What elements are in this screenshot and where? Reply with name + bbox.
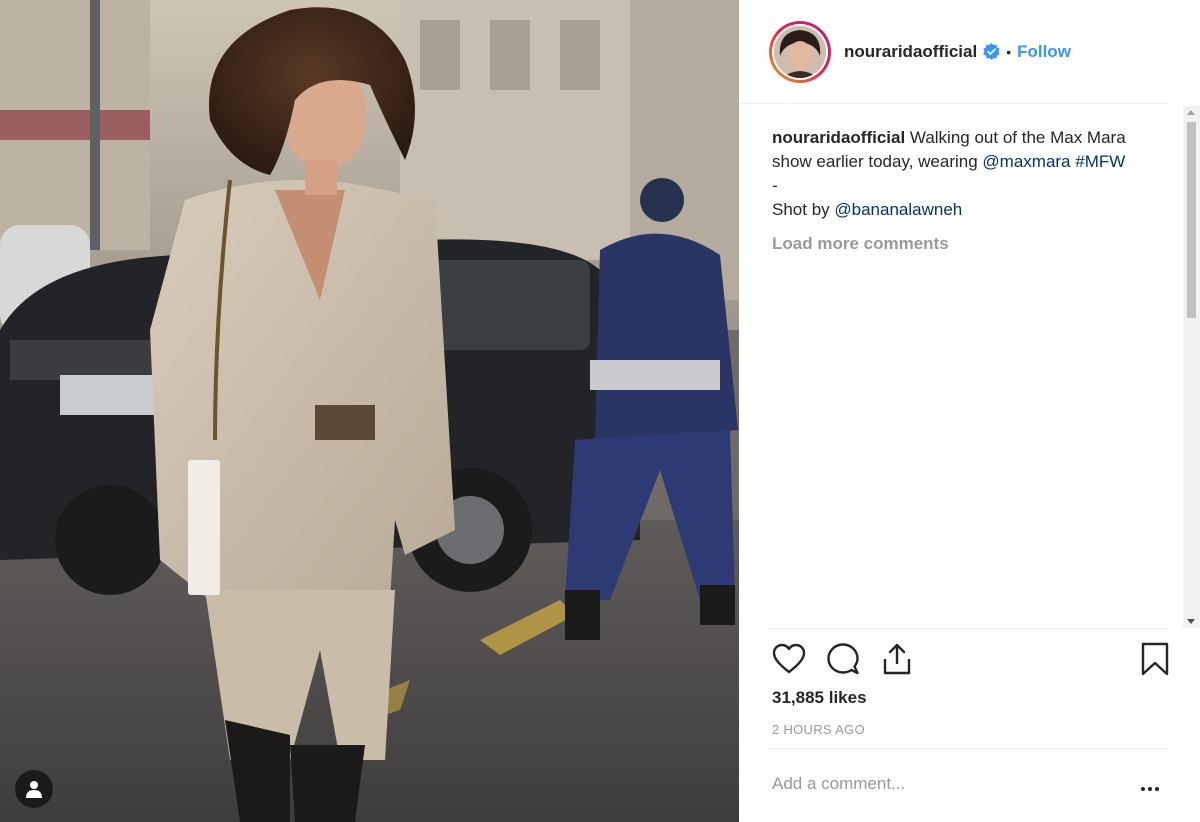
caption-dash: -: [772, 176, 778, 195]
post-actions: [769, 638, 1169, 682]
post-side-panel: nouraridaofficial • Follow nouraridaoffi…: [739, 0, 1200, 822]
comments-section: nouraridaofficial Walking out of the Max…: [772, 126, 1167, 256]
bookmark-icon: [1141, 642, 1169, 676]
divider: [769, 748, 1169, 749]
street-style-photo: [0, 0, 739, 822]
scroll-down-icon[interactable]: [1187, 619, 1195, 624]
post-photo[interactable]: [0, 0, 739, 822]
scrollbar-thumb[interactable]: [1187, 122, 1196, 318]
caption-credit: Shot by @bananalawneh: [772, 198, 1167, 222]
share-button[interactable]: [877, 638, 917, 680]
caption-credit-mention[interactable]: @bananalawneh: [834, 200, 962, 219]
caption-author[interactable]: nouraridaofficial: [772, 128, 905, 147]
comment-input[interactable]: [772, 774, 1102, 794]
likes-count[interactable]: 31,885 likes: [772, 688, 867, 708]
comment-icon: [827, 643, 859, 675]
header-separator: •: [1006, 43, 1012, 60]
post-timestamp: 2 HOURS AGO: [772, 722, 865, 737]
share-icon: [883, 643, 911, 675]
comment-button[interactable]: [823, 638, 863, 680]
comments-scrollbar[interactable]: [1183, 106, 1200, 628]
verified-badge-icon: [983, 43, 1000, 60]
like-button[interactable]: [769, 638, 809, 680]
save-button[interactable]: [1135, 638, 1175, 680]
caption-mention[interactable]: @maxmara: [982, 152, 1070, 171]
caption: nouraridaofficial Walking out of the Max…: [772, 126, 1167, 222]
caption-credit-prefix: Shot by: [772, 200, 835, 219]
caption-hashtag[interactable]: #MFW: [1075, 152, 1125, 171]
avatar-image: [774, 25, 826, 78]
divider: [769, 628, 1169, 629]
avatar[interactable]: [769, 20, 831, 83]
follow-button[interactable]: Follow: [1017, 42, 1071, 62]
heart-icon: [772, 643, 806, 674]
more-options-button[interactable]: [1141, 784, 1165, 794]
post-username[interactable]: nouraridaofficial: [844, 42, 977, 62]
user-icon: [26, 781, 42, 798]
scroll-up-icon[interactable]: [1187, 110, 1195, 115]
tagged-users-button[interactable]: [15, 770, 53, 808]
more-options-icon: [1141, 787, 1145, 791]
load-more-comments-button[interactable]: Load more comments: [772, 232, 1167, 256]
post-header: nouraridaofficial • Follow: [739, 0, 1169, 104]
